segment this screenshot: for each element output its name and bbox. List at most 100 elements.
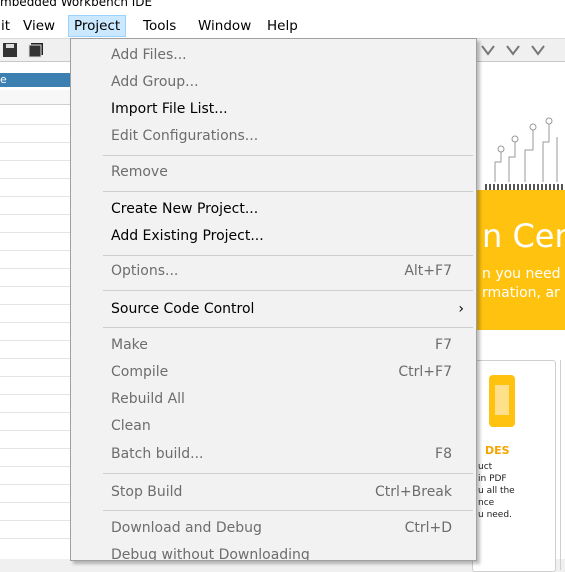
list-row-divider: [0, 538, 70, 539]
menu-item-rebuild-all[interactable]: Rebuild All: [71, 386, 476, 413]
menu-item-label: Clean: [111, 418, 151, 434]
menu-separator: [103, 327, 473, 328]
menu-bar: it View Project Tools Window Help: [0, 14, 565, 39]
circuit-graphic-icon: [494, 117, 558, 182]
breakpoint-tool-icon[interactable]: [480, 42, 496, 58]
menu-item-label: Download and Debug: [111, 520, 262, 536]
menu-item-label: Batch build...: [111, 446, 204, 462]
list-row-divider: [0, 394, 70, 395]
banner-line-1: n you need: [482, 266, 561, 282]
menu-separator: [103, 290, 473, 291]
menu-item-clean[interactable]: Clean: [71, 413, 476, 440]
guides-card[interactable]: DES uct in PDF u all the nce u need.: [472, 360, 556, 572]
menu-item-add-group[interactable]: Add Group...: [71, 69, 476, 96]
menu-item-label: Edit Configurations...: [111, 128, 259, 144]
list-row-divider: [0, 412, 70, 413]
project-menu-dropdown: Add Files... Add Group... Import File Li…: [70, 38, 477, 561]
card-text-line: uct: [478, 462, 493, 472]
save-icon[interactable]: [2, 42, 18, 58]
list-row-divider: [0, 304, 70, 305]
menu-item-source-code-control[interactable]: Source Code Control ›: [71, 296, 476, 323]
menu-item-label: Create New Project...: [111, 201, 259, 217]
menu-item-download-and-debug[interactable]: Download and Debug Ctrl+D: [71, 515, 476, 542]
next-card-edge: [560, 360, 565, 570]
list-row-divider: [0, 484, 70, 485]
card-text-line: in PDF: [478, 474, 507, 484]
list-row-divider: [0, 178, 70, 179]
menu-item-label: Import File List...: [111, 101, 228, 117]
list-row-divider: [0, 430, 70, 431]
list-row-divider: [0, 520, 70, 521]
menu-separator: [103, 155, 473, 156]
banner-title: n Cen: [482, 217, 565, 255]
menu-item-shortcut: Ctrl+D: [404, 520, 452, 536]
list-row-divider: [0, 196, 70, 197]
save-all-icon[interactable]: [28, 42, 44, 58]
menu-separator: [103, 473, 473, 474]
menu-item-label: Stop Build: [111, 484, 183, 500]
list-row-divider: [0, 466, 70, 467]
menu-item-shortcut: F8: [435, 446, 452, 462]
workspace-subheader: [0, 90, 70, 105]
menu-item-make[interactable]: Make F7: [71, 332, 476, 359]
menu-item-add-existing-project[interactable]: Add Existing Project...: [71, 223, 476, 250]
banner-subtitle: n you need rmation, ar: [482, 265, 560, 303]
list-row-divider: [0, 214, 70, 215]
list-row-divider: [0, 232, 70, 233]
card-title: DES: [485, 444, 510, 457]
card-text-line: u all the: [478, 486, 515, 496]
menu-item-stop-build[interactable]: Stop Build Ctrl+Break: [71, 479, 476, 506]
menu-separator: [103, 191, 473, 192]
menu-separator: [103, 510, 473, 511]
card-description: uct in PDF u all the nce u need.: [478, 461, 515, 521]
list-row-divider: [0, 286, 70, 287]
menu-item-batch-build[interactable]: Batch build... F8: [71, 441, 476, 468]
menu-item-label: Options...: [111, 263, 179, 279]
list-row-divider: [0, 502, 70, 503]
menu-item-label: Add Files...: [111, 47, 187, 63]
list-row-divider: [0, 376, 70, 377]
menu-item-create-new-project[interactable]: Create New Project...: [71, 196, 476, 223]
list-row-divider: [0, 358, 70, 359]
list-row-divider: [0, 160, 70, 161]
menu-item-shortcut: Ctrl+Break: [375, 484, 452, 500]
menu-item-label: Make: [111, 337, 148, 353]
menu-item-debug-without-downloading[interactable]: Debug without Downloading: [71, 542, 476, 561]
menu-edit[interactable]: it: [0, 16, 15, 36]
menu-item-add-files[interactable]: Add Files...: [71, 42, 476, 69]
menu-separator: [103, 255, 473, 256]
workspace-header: e: [0, 73, 70, 87]
window-title: mbedded Workbench IDE: [0, 0, 153, 9]
menu-help[interactable]: Help: [262, 16, 303, 36]
list-row-divider: [0, 322, 70, 323]
list-row-divider: [0, 340, 70, 341]
menu-item-import-file-list[interactable]: Import File List...: [71, 96, 476, 123]
run-to-icon[interactable]: [530, 42, 546, 58]
menu-item-label: Add Existing Project...: [111, 228, 264, 244]
card-text-line: nce: [478, 498, 495, 508]
submenu-arrow-icon: ›: [458, 301, 464, 317]
menu-item-edit-configurations[interactable]: Edit Configurations...: [71, 123, 476, 150]
menu-item-shortcut: F7: [435, 337, 452, 353]
menu-item-label: Debug without Downloading: [111, 547, 310, 561]
banner-line-2: rmation, ar: [482, 285, 560, 301]
menu-item-shortcut: Ctrl+F7: [398, 364, 452, 380]
menu-item-label: Rebuild All: [111, 391, 185, 407]
menu-tools[interactable]: Tools: [138, 16, 181, 36]
menu-view[interactable]: View: [18, 16, 60, 36]
menu-item-label: Source Code Control: [111, 301, 255, 317]
menu-project[interactable]: Project: [68, 15, 127, 37]
menu-item-compile[interactable]: Compile Ctrl+F7: [71, 359, 476, 386]
list-row-divider: [0, 268, 70, 269]
menu-item-shortcut: Alt+F7: [404, 263, 452, 279]
menu-item-label: Remove: [111, 164, 168, 180]
menu-window[interactable]: Window: [193, 16, 256, 36]
guides-book-icon: [489, 375, 515, 427]
list-row-divider: [0, 142, 70, 143]
window-titlebar: mbedded Workbench IDE: [0, 0, 565, 14]
menu-item-options[interactable]: Options... Alt+F7: [71, 258, 476, 285]
list-row-divider: [0, 250, 70, 251]
list-row-divider: [0, 124, 70, 125]
menu-item-remove[interactable]: Remove: [71, 159, 476, 186]
step-tool-icon[interactable]: [505, 42, 521, 58]
